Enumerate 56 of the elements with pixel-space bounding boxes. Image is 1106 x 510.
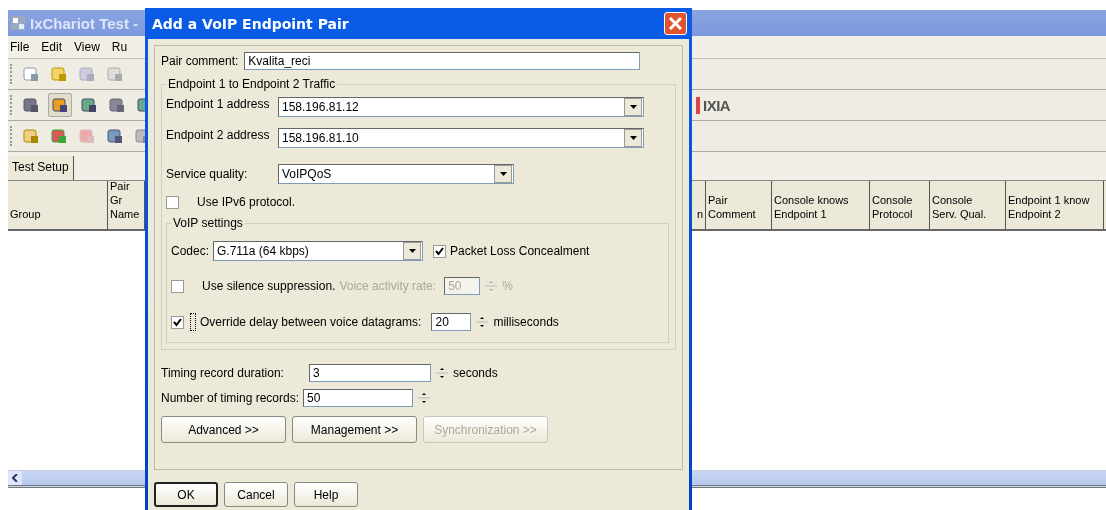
group-title: Endpoint 1 to Endpoint 2 Traffic xyxy=(166,77,338,91)
checkbox-label: Override delay between voice datagrams: xyxy=(200,315,422,329)
field-label: Number of timing records: xyxy=(161,391,300,405)
scroll-left-button[interactable] xyxy=(8,471,22,485)
button[interactable]: Management >> xyxy=(292,416,417,443)
field-label: Codec: xyxy=(171,244,210,258)
caret-icon xyxy=(629,136,637,140)
dropdown[interactable]: G.711a (64 kbps) xyxy=(213,241,424,261)
dropdown[interactable]: VoIPQoS xyxy=(278,164,514,184)
unit-label: % xyxy=(502,279,513,293)
checkbox[interactable] xyxy=(166,195,179,209)
input-field[interactable]: 20 xyxy=(431,313,472,331)
field-label: Service quality: xyxy=(166,167,249,181)
unit-label: seconds xyxy=(453,366,498,380)
menu-item[interactable]: File xyxy=(10,40,30,54)
column-header[interactable]: Endpoint 1 know Endpoint 2 xyxy=(1006,181,1104,229)
chevron-left-icon xyxy=(12,474,18,482)
checkbox-label: Use IPv6 protocol. xyxy=(197,195,296,209)
button[interactable]: Advanced >> xyxy=(161,416,286,443)
button[interactable]: Cancel xyxy=(224,482,288,507)
button[interactable]: OK xyxy=(154,482,218,507)
button[interactable]: Help xyxy=(294,482,358,507)
logo: IXIA xyxy=(696,96,731,114)
column-header[interactable]: Console Protocol xyxy=(870,181,930,229)
input-field[interactable]: 3 xyxy=(309,364,431,382)
group-title: VoIP settings xyxy=(171,216,245,230)
menu-item[interactable]: Edit xyxy=(41,40,63,54)
column-header[interactable]: Console knows Endpoint 1 xyxy=(772,181,870,229)
checkbox[interactable] xyxy=(171,315,184,329)
field-label: Endpoint 2 address xyxy=(166,128,271,142)
input-field[interactable]: 50 xyxy=(303,389,414,407)
unit-label: milliseconds xyxy=(493,315,559,329)
input-field[interactable]: Kvalita_reci xyxy=(244,52,641,70)
dropdown[interactable]: 158.196.81.12 xyxy=(278,97,644,117)
menu-item[interactable]: View xyxy=(74,40,100,54)
column-header[interactable]: Console Serv. Qual. xyxy=(930,181,1006,229)
menu-item[interactable]: Ru xyxy=(111,40,128,54)
app-icon xyxy=(10,15,26,31)
field-label: Endpoint 1 address xyxy=(166,97,271,111)
column-header[interactable]: Group xyxy=(8,181,108,229)
column-header[interactable]: Pair Comment xyxy=(706,181,772,229)
window-title: IxChariot Test - xyxy=(30,14,139,32)
checkbox[interactable] xyxy=(433,244,447,258)
checkbox[interactable] xyxy=(171,279,184,293)
dialog-title: Add a VoIP Endpoint Pair xyxy=(152,15,349,32)
checkbox-label: Packet Loss Concealment xyxy=(450,244,590,258)
field-label: Timing record duration: xyxy=(161,366,285,380)
caret-icon xyxy=(629,105,637,109)
caret-icon xyxy=(408,249,416,253)
tab[interactable]: Test Setup xyxy=(8,156,74,180)
caret-icon xyxy=(499,172,507,176)
checkbox-label: Use silence suppression. xyxy=(202,279,336,293)
field-label: Voice activity rate: xyxy=(339,279,437,293)
dropdown[interactable]: 158.196.81.10 xyxy=(278,128,644,148)
field-label: Pair comment: xyxy=(161,54,239,68)
close-button[interactable] xyxy=(664,12,687,35)
